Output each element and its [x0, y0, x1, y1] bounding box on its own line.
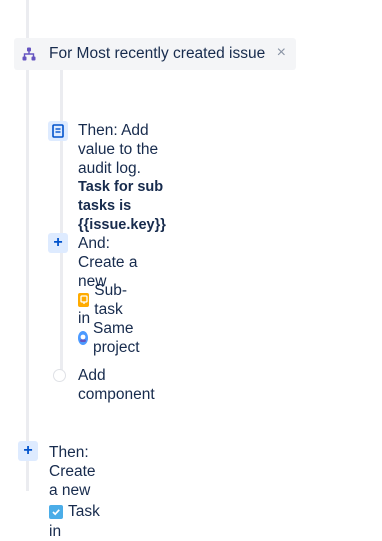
branch-label: For Most recently created issue — [49, 45, 266, 62]
audit-step-title-line1: Then: Add value to the — [78, 122, 159, 158]
subtask-issue-type: Sub-task — [94, 281, 128, 318]
task-checkbox-icon — [49, 504, 63, 519]
outer-connector-line — [26, 0, 29, 491]
branch-icon — [21, 46, 37, 62]
subtask-project: Same project — [93, 319, 140, 356]
branch-connector-line — [60, 70, 63, 372]
create-task-title: Then: Create a new — [49, 444, 96, 499]
branch-for-most-recently-created[interactable]: For Most recently created issue × — [14, 38, 296, 70]
close-icon[interactable]: × — [277, 44, 286, 62]
audit-step-detail: Task for sub tasks is {{issue.key}} — [78, 179, 166, 233]
project-avatar-icon — [78, 330, 88, 345]
audit-log-icon — [48, 121, 68, 141]
plus-icon: + — [48, 233, 68, 253]
add-component-label: Add component — [78, 367, 155, 403]
audit-step-title-line2: audit log. — [78, 160, 141, 177]
subtask-icon — [78, 292, 90, 307]
add-component-dot-icon — [53, 369, 66, 382]
task-in-label: in — [49, 523, 62, 540]
plus-icon: + — [18, 441, 38, 461]
task-issue-type: Task — [68, 503, 100, 520]
